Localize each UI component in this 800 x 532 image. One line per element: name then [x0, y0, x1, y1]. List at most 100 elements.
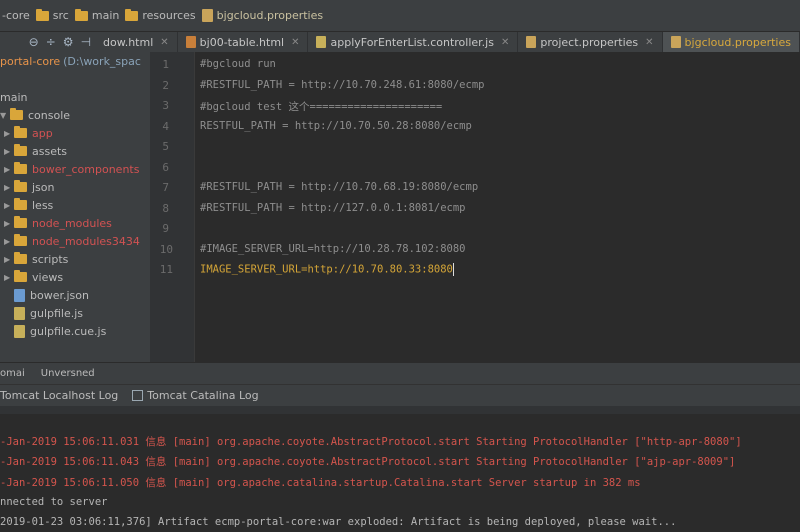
tree-item-bower-components[interactable]: ▶ bower_components: [0, 160, 150, 178]
folder-icon: [10, 108, 23, 120]
project-root[interactable]: portal-core (D:\work_spac: [0, 52, 150, 70]
code-line: RESTFUL_PATH = http://10.70.50.28:8080/e…: [200, 120, 472, 132]
line-number: 6: [162, 161, 169, 174]
breadcrumb-label: resources: [142, 9, 196, 22]
tree-item-gulpfile-cue-js[interactable]: gulpfile.cue.js: [0, 322, 150, 340]
tree-item-less[interactable]: ▶ less: [0, 196, 150, 214]
tree-item-label: views: [32, 270, 64, 284]
folder-icon: [14, 126, 27, 138]
tab-label: project.properties: [540, 35, 639, 49]
project-panel: portal-core (D:\work_spac main ▼ console…: [0, 52, 150, 362]
tree-item-main[interactable]: main: [0, 88, 150, 106]
breadcrumb-module[interactable]: -core: [2, 9, 30, 22]
expand-arrow-icon[interactable]: ▶: [4, 183, 14, 192]
tab-apply-controller-js[interactable]: applyForEnterList.controller.js ✕: [308, 32, 519, 52]
tab-tomcat-localhost-log[interactable]: Tomcat Localhost Log: [0, 389, 118, 402]
tree-item-assets[interactable]: ▶ assets: [0, 142, 150, 160]
expand-arrow-icon[interactable]: ▶: [4, 165, 14, 174]
line-number: 8: [162, 202, 169, 215]
expand-arrow-icon[interactable]: ▶: [4, 219, 14, 228]
expand-arrow-icon[interactable]: ▶: [4, 237, 14, 246]
console-line: 2019-01-23 03:06:11,376] Artifact ecmp-p…: [0, 516, 677, 528]
tab-label: bj00-table.html: [199, 35, 285, 49]
expand-arrow-icon[interactable]: ▶: [4, 273, 14, 282]
breadcrumb-main[interactable]: main: [74, 8, 120, 22]
breadcrumb-resources[interactable]: resources: [125, 8, 196, 22]
close-icon[interactable]: ✕: [160, 37, 168, 48]
tree-item-label: bower_components: [32, 162, 140, 176]
log-tab-label: Tomcat Localhost Log: [0, 389, 119, 402]
close-icon[interactable]: ✕: [291, 37, 299, 48]
line-number: 7: [162, 181, 169, 194]
expand-arrow-icon[interactable]: ▶: [4, 201, 14, 210]
tab-tomcat-catalina-log[interactable]: Tomcat Catalina Log: [132, 389, 259, 402]
folder-icon: [35, 8, 49, 21]
tree-item-app[interactable]: ▶ app: [0, 124, 150, 142]
expand-arrow-icon[interactable]: ▼: [0, 111, 10, 120]
tree-item-views[interactable]: ▶ views: [0, 268, 150, 286]
folder-icon: [14, 234, 27, 246]
tree-item-node-modules3434[interactable]: ▶ node_modules3434: [0, 232, 150, 250]
tree-item-console[interactable]: ▼ console: [0, 106, 150, 124]
console-line: nnected to server: [0, 496, 108, 508]
expand-arrow-icon[interactable]: ▶: [4, 147, 14, 156]
folder-icon: [14, 252, 27, 264]
tree-item-label: node_modules3434: [32, 234, 140, 248]
tree-item-bower-json[interactable]: bower.json: [0, 286, 150, 304]
expand-arrow-icon[interactable]: ▶: [4, 255, 14, 264]
bottom-bar-second-label[interactable]: Unversned: [41, 368, 95, 379]
tab-bjgcloud-properties[interactable]: bjgcloud.properties: [662, 32, 800, 52]
gear-icon[interactable]: ⚙: [63, 35, 74, 49]
tree-item-label: json: [32, 180, 55, 194]
tree-item-scripts[interactable]: ▶ scripts: [0, 250, 150, 268]
text-caret: [452, 263, 454, 276]
json-file-icon: [14, 288, 25, 302]
folder-icon: [14, 180, 27, 192]
tree-item-node-modules[interactable]: ▶ node_modules: [0, 214, 150, 232]
close-icon[interactable]: ✕: [645, 37, 653, 48]
tree-item-label: main: [0, 90, 28, 104]
properties-file-icon: [526, 36, 537, 48]
line-number-gutter: 1 2 3 4 5 6 7 8 9 10 11: [150, 52, 195, 362]
folder-icon: [14, 270, 27, 282]
tool-row: ⊖ ÷ ⚙ ⊣ dow.html ✕ bj00-table.html ✕ app…: [0, 32, 800, 52]
console-line: -Jan-2019 15:06:11.031 信息 [main] org.apa…: [0, 436, 742, 448]
bottom-bar-left-label[interactable]: omai: [0, 368, 25, 379]
code-line: #IMAGE_SERVER_URL=http://10.28.78.102:80…: [200, 243, 466, 255]
code-line: #RESTFUL_PATH = http://10.70.248.61:8080…: [200, 79, 485, 91]
project-root-path: (D:\work_spac: [63, 54, 141, 68]
hide-icon[interactable]: ⊣: [81, 35, 91, 49]
js-file-icon: [14, 324, 25, 338]
tab-project-properties[interactable]: project.properties ✕: [518, 32, 663, 52]
line-number: 1: [162, 58, 169, 71]
project-toolbar: ⊖ ÷ ⚙ ⊣: [0, 35, 95, 49]
code-line: #RESTFUL_PATH = http://10.70.68.19:8080/…: [200, 181, 479, 193]
breadcrumb-current-file[interactable]: bjgcloud.properties: [201, 9, 323, 22]
tree-item-label: bower.json: [30, 288, 89, 302]
line-number: 11: [159, 263, 173, 276]
split-icon[interactable]: ÷: [46, 35, 56, 49]
tab-dow-html[interactable]: dow.html ✕: [95, 32, 178, 52]
folder-icon: [74, 8, 88, 21]
breadcrumb-src[interactable]: src: [35, 8, 69, 22]
target-icon[interactable]: ⊖: [29, 35, 39, 49]
folder-icon: [14, 162, 27, 174]
tree-item-label: gulpfile.cue.js: [30, 324, 107, 338]
tab-bj00-table-html[interactable]: bj00-table.html ✕: [178, 32, 309, 52]
close-icon[interactable]: ✕: [501, 37, 509, 48]
breadcrumb-label: -core: [2, 9, 30, 22]
tab-label: dow.html: [103, 35, 154, 49]
tree-item-json[interactable]: ▶ json: [0, 178, 150, 196]
folder-icon: [125, 8, 139, 21]
tree-item-gulpfile-js[interactable]: gulpfile.js: [0, 304, 150, 322]
js-file-icon: [316, 36, 327, 48]
log-tabs-bar: Tomcat Localhost Log Tomcat Catalina Log: [0, 384, 800, 406]
breadcrumb-label: main: [91, 9, 120, 22]
code-editor[interactable]: #bgcloud run #RESTFUL_PATH = http://10.7…: [196, 52, 800, 362]
js-file-icon: [14, 306, 25, 320]
expand-arrow-icon[interactable]: ▶: [4, 129, 14, 138]
console-output[interactable]: -Jan-2019 15:06:11.031 信息 [main] org.apa…: [0, 406, 800, 532]
line-number: 10: [159, 243, 173, 256]
log-icon: [132, 390, 144, 401]
line-number: 2: [162, 79, 169, 92]
